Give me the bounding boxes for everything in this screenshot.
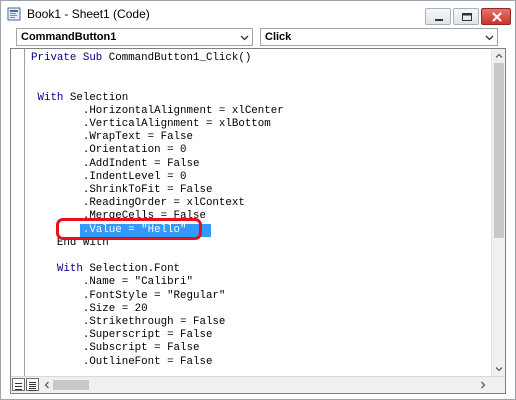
- code-line[interactable]: With Selection: [31, 92, 128, 105]
- code-line[interactable]: .HorizontalAlignment = xlCenter: [31, 105, 284, 118]
- code-text: .OutlineFont = False: [31, 355, 213, 368]
- code-line[interactable]: .ReadingOrder = xlContext: [31, 197, 245, 210]
- code-line[interactable]: With Selection.Font: [31, 263, 180, 276]
- scroll-down-arrow-icon[interactable]: [494, 364, 504, 374]
- code-line[interactable]: .VerticalAlignment = xlBottom: [31, 118, 271, 131]
- code-text: Selection.Font: [89, 263, 181, 276]
- code-text: Selection: [69, 91, 129, 104]
- code-text: .Size = 20: [31, 302, 148, 315]
- vertical-scrollbar[interactable]: [491, 49, 505, 376]
- code-text: .Orientation = 0: [31, 144, 187, 157]
- code-text: .ReadingOrder = xlContext: [31, 197, 245, 210]
- close-button[interactable]: [481, 8, 511, 25]
- code-text: .HorizontalAlignment = xlCenter: [31, 104, 284, 117]
- code-text: .VerticalAlignment = xlBottom: [31, 118, 271, 130]
- scroll-left-arrow-icon[interactable]: [42, 380, 52, 390]
- code-keyword: With: [31, 91, 70, 104]
- procedure-view-button[interactable]: [12, 378, 25, 391]
- close-icon: [492, 12, 502, 22]
- code-line[interactable]: .OutlineFont = False: [31, 355, 213, 369]
- code-text: .FontStyle = "Regular": [31, 289, 226, 302]
- full-module-view-icon: [29, 382, 36, 391]
- minimize-button[interactable]: [425, 8, 451, 25]
- procedure-selectors: CommandButton1 Click: [1, 27, 515, 47]
- code-text: .Name = "Calibri": [31, 276, 193, 289]
- code-line[interactable]: .IndentLevel = 0: [31, 171, 187, 184]
- code-editor[interactable]: Private Sub CommandButton1_Click() With …: [10, 48, 506, 394]
- chevron-down-icon: [240, 35, 249, 41]
- code-line[interactable]: .Orientation = 0: [31, 144, 187, 157]
- code-text: CommandButton1_Click(): [108, 52, 252, 64]
- title-bar[interactable]: Book1 - Sheet1 (Code): [1, 1, 515, 27]
- code-line[interactable]: .AddIndent = False: [31, 157, 200, 171]
- vba-module-icon: [7, 7, 21, 21]
- code-line[interactable]: .Superscript = False: [31, 329, 213, 342]
- procedure-dropdown-value: Click: [265, 31, 292, 43]
- code-text: .Superscript = False: [31, 329, 213, 342]
- procedure-dropdown[interactable]: Click: [260, 28, 498, 46]
- code-keyword: Private Sub: [31, 52, 109, 64]
- code-text: .WrapText = False: [31, 131, 193, 144]
- horizontal-scroll-thumb[interactable]: [53, 380, 89, 390]
- object-dropdown[interactable]: CommandButton1: [16, 28, 253, 46]
- margin-indicator-bar[interactable]: [11, 49, 25, 376]
- code-text-area[interactable]: Private Sub CommandButton1_Click() With …: [26, 49, 491, 376]
- horizontal-scrollbar[interactable]: [41, 378, 489, 392]
- editor-bottom-bar: [11, 376, 505, 393]
- code-line[interactable]: .Strikethrough = False: [31, 316, 226, 329]
- code-text: .Strikethrough = False: [31, 316, 226, 328]
- full-module-view-button[interactable]: [26, 378, 39, 391]
- code-line[interactable]: Private Sub CommandButton1_Click(): [31, 52, 251, 65]
- code-keyword: With: [31, 263, 90, 276]
- scroll-up-arrow-icon[interactable]: [494, 51, 504, 61]
- code-line[interactable]: .Size = 20: [31, 303, 148, 316]
- code-line[interactable]: .Name = "Calibri": [31, 276, 193, 289]
- window-title: Book1 - Sheet1 (Code): [27, 7, 150, 21]
- annotation-highlight-box: [56, 217, 202, 240]
- maximize-button[interactable]: [453, 8, 479, 25]
- code-text: .AddIndent = False: [31, 157, 200, 170]
- code-line[interactable]: .WrapText = False: [31, 131, 193, 144]
- minimize-icon: [435, 19, 443, 21]
- code-text: .IndentLevel = 0: [31, 170, 187, 183]
- code-line[interactable]: .FontStyle = "Regular": [31, 289, 226, 303]
- procedure-view-icon: [15, 383, 22, 390]
- code-text: .ShrinkToFit = False: [31, 184, 213, 196]
- chevron-down-icon: [485, 35, 494, 41]
- vertical-scroll-thumb[interactable]: [494, 63, 504, 238]
- code-text: .Subscript = False: [31, 342, 200, 355]
- scroll-right-arrow-icon[interactable]: [478, 380, 488, 390]
- maximize-icon: [462, 13, 472, 21]
- object-dropdown-value: CommandButton1: [21, 31, 117, 43]
- code-line[interactable]: .Subscript = False: [31, 342, 200, 355]
- vba-code-window: Book1 - Sheet1 (Code) CommandButton1 Cli…: [0, 0, 516, 400]
- code-line[interactable]: .ShrinkToFit = False: [31, 184, 213, 197]
- resize-grip[interactable]: [491, 377, 505, 393]
